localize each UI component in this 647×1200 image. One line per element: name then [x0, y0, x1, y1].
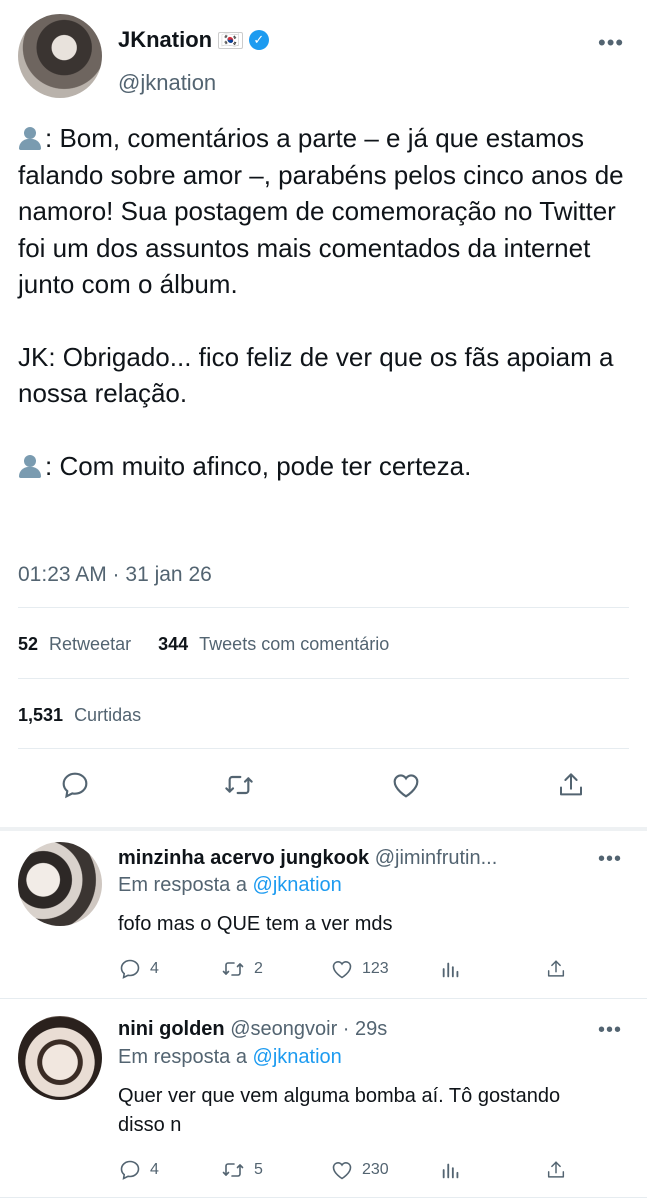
divider: [0, 998, 647, 999]
retweet-count: 5: [254, 1161, 263, 1178]
reply-to-link[interactable]: @jknation: [253, 874, 342, 896]
tweet-text: : Bom, comentários a parte – e já que es…: [18, 120, 638, 484]
retweets-label[interactable]: Retweetar: [49, 634, 131, 654]
reply-header: nini golden @seongvoir · 29s: [118, 1018, 387, 1041]
like-count: 230: [362, 1161, 389, 1178]
like-button[interactable]: 230: [330, 1158, 389, 1182]
reply-header: minzinha acervo jungkook @jiminfrutin...: [118, 847, 588, 870]
retweet-button[interactable]: 5: [220, 1158, 263, 1182]
divider: [18, 748, 629, 749]
reply-icon: [120, 1160, 140, 1180]
reply-context: Em resposta a @jknation: [118, 874, 342, 896]
reply-author-handle[interactable]: @jiminfrutin...: [375, 847, 498, 869]
like-button[interactable]: 123: [330, 957, 389, 981]
share-icon[interactable]: [545, 1158, 567, 1182]
like-icon: [332, 961, 352, 979]
retweet-icon[interactable]: [222, 768, 256, 802]
reply-author-handle[interactable]: @seongvoir · 29s: [230, 1018, 387, 1040]
divider: [18, 607, 629, 608]
reply-count: 4: [150, 1161, 159, 1178]
share-icon[interactable]: [554, 768, 588, 802]
reply-author-name[interactable]: minzinha acervo jungkook: [118, 847, 369, 869]
more-icon[interactable]: •••: [598, 848, 622, 871]
more-icon[interactable]: •••: [598, 1019, 622, 1042]
person-emoji-icon: [18, 453, 42, 479]
reply-icon: [120, 959, 140, 979]
reply-icon[interactable]: [58, 768, 92, 802]
analytics-icon[interactable]: [440, 1158, 462, 1182]
more-icon[interactable]: •••: [598, 30, 624, 56]
retweets-count[interactable]: 52: [18, 634, 38, 654]
share-icon[interactable]: [545, 957, 567, 981]
tweet-actions: [0, 768, 647, 812]
reply-text: fofo mas o QUE tem a ver mds: [118, 913, 393, 935]
engagement-stats: 52 Retweetar 344 Tweets com comentário: [18, 634, 389, 655]
reply-context: Em resposta a @jknation: [118, 1046, 342, 1068]
author-handle[interactable]: @jknation: [118, 70, 216, 96]
divider: [0, 1197, 647, 1198]
tweet-paragraph-1: : Bom, comentários a parte – e já que es…: [18, 123, 624, 299]
tweet-paragraph-3: : Com muito afinco, pode ter certeza.: [18, 448, 638, 485]
reply-count: 4: [150, 960, 159, 977]
person-emoji-icon: [18, 125, 42, 151]
likes-count[interactable]: 1,531: [18, 705, 63, 725]
tweet-timestamp[interactable]: 01:23 AM · 31 jan 26: [18, 563, 212, 587]
reply-author-name[interactable]: nini golden: [118, 1018, 225, 1040]
retweet-button[interactable]: 2: [220, 957, 263, 981]
verified-icon: ✓: [248, 30, 269, 50]
divider: [18, 678, 629, 679]
like-count: 123: [362, 960, 389, 977]
quotes-count[interactable]: 344: [158, 634, 188, 654]
author-avatar[interactable]: [18, 14, 102, 98]
author-name-row[interactable]: JKnation 🇰🇷 ✓: [118, 27, 269, 53]
section-divider: [0, 827, 647, 831]
reply-button[interactable]: 4: [118, 957, 159, 981]
retweet-icon: [222, 1163, 244, 1177]
like-icon: [332, 1162, 352, 1180]
reply-text: Quer ver que vem alguma bomba aí. Tô gos…: [118, 1085, 561, 1136]
likes-stats: 1,531 Curtidas: [18, 705, 141, 726]
author-name[interactable]: JKnation: [118, 27, 212, 53]
retweet-count: 2: [254, 960, 263, 977]
like-icon[interactable]: [389, 768, 423, 802]
likes-label[interactable]: Curtidas: [74, 705, 141, 725]
reply-avatar[interactable]: [18, 842, 102, 926]
quotes-label[interactable]: Tweets com comentário: [199, 634, 389, 654]
tweet-paragraph-2: JK: Obrigado... fico feliz de ver que os…: [18, 341, 614, 409]
analytics-icon[interactable]: [440, 957, 462, 981]
retweet-icon: [222, 962, 244, 976]
reply-avatar[interactable]: [18, 1016, 102, 1100]
reply-button[interactable]: 4: [118, 1158, 159, 1182]
reply-to-link[interactable]: @jknation: [253, 1046, 342, 1068]
flag-icon: 🇰🇷: [218, 31, 243, 49]
